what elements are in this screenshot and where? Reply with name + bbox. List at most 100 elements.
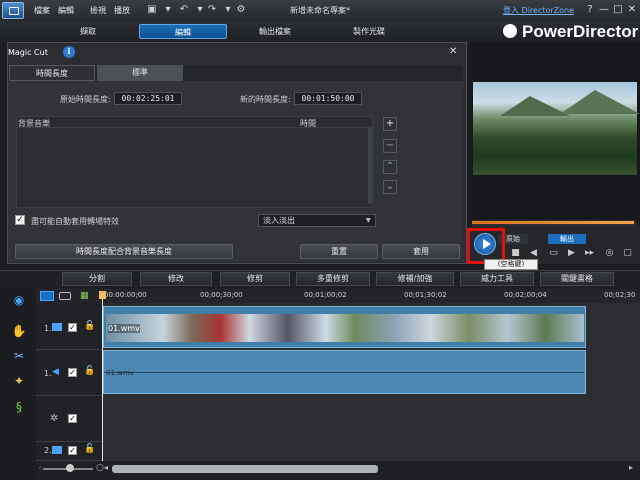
remove-button[interactable]: − [383,139,397,153]
zoom-out-icon[interactable]: ◦ [38,464,43,473]
power-tools-button[interactable]: 威力工具 [460,272,534,286]
clip-name: 01.wmv [108,324,140,333]
column-time: 時間 [300,119,316,128]
app-logo-icon [2,2,24,19]
motion-icon[interactable]: § [10,398,28,416]
track-enable-checkbox[interactable]: ✓ [68,446,77,455]
menu-edit[interactable]: 編輯 [58,5,74,16]
fix-enhance-button[interactable]: 修補/加強 [376,272,454,286]
scissors-icon[interactable]: ✂ [10,347,28,365]
move-up-button[interactable]: ⌃ [383,160,397,174]
clip-thumbnails [106,314,584,342]
help-button[interactable]: ? [584,4,596,16]
dialog-close-button[interactable]: ✕ [449,46,457,57]
track-number: 1. [44,324,52,333]
previous-frame-icon[interactable]: ◀ [528,248,539,259]
dropdown-icon[interactable]: ▾ [162,4,174,16]
snapshot-icon[interactable]: ▭ [548,248,559,259]
tab-create-disc[interactable]: 製作光碟 [330,24,408,39]
auto-transition-checkbox[interactable]: ✓ [15,215,25,225]
dialog-title: Magic Cut [8,48,48,57]
chevron-down-icon: ▼ [366,217,371,224]
camera-icon[interactable]: ◎ [604,248,615,259]
save-icon[interactable]: ▣ [146,4,158,16]
multi-trim-button[interactable]: 多重修剪 [296,272,370,286]
new-duration-label: 新的時間長度: [240,95,291,104]
playhead-handle[interactable] [99,291,106,299]
match-music-length-button[interactable]: 時間長度配合背景音樂長度 [15,244,233,259]
playhead[interactable] [102,291,103,461]
preview-mountain [560,90,640,114]
lock-icon[interactable]: 🔓 [84,366,95,376]
add-track-icon[interactable]: ▦ [80,291,89,301]
track-enable-checkbox[interactable]: ✓ [68,323,77,332]
ruler-label: 00;01;00;02 [304,291,347,299]
zoom-in-icon[interactable]: ○ [96,463,104,473]
magic-wand-icon[interactable]: ✦ [10,372,28,390]
reset-button[interactable]: 重置 [300,244,378,259]
dropdown-icon[interactable]: ▾ [222,4,234,16]
scroll-left-icon[interactable]: ◂ [104,463,108,472]
redo-icon[interactable]: ↷ [206,4,218,16]
tab-edit[interactable]: 編輯 [139,24,227,39]
fx-track-icon: ✲ [50,413,59,424]
hand-icon[interactable]: ✋ [10,322,28,340]
undo-icon[interactable]: ↶ [178,4,190,16]
scrollbar-thumb[interactable] [112,465,378,473]
audio-track-icon: ◀ [52,367,59,377]
original-duration-field: 00:02:25:01 [114,92,182,105]
keyframe-button[interactable]: 關鍵畫格 [540,272,614,286]
new-duration-field[interactable]: 00:01:50:00 [294,92,362,105]
trim-button[interactable]: 修剪 [220,272,290,286]
scrubber-progress [472,221,634,224]
ruler-label: 00;00;30;00 [200,291,243,299]
scroll-right-icon[interactable]: ▸ [629,463,633,472]
mode-output-button[interactable]: 輸出 [548,234,586,244]
menu-file[interactable]: 檔案 [34,5,50,16]
stop-icon[interactable]: ■ [510,248,521,259]
ruler-label: 00;02;00;04 [504,291,547,299]
music-list[interactable] [16,116,373,208]
track-enable-checkbox[interactable]: ✓ [68,414,77,423]
column-scene: 背景音樂 [18,119,50,128]
close-button[interactable]: ✕ [626,4,638,16]
video-track-icon [52,323,62,331]
zoom-slider-handle[interactable] [66,464,74,472]
menu-play[interactable]: 播放 [114,5,130,16]
tab-capture[interactable]: 擷取 [50,24,126,39]
info-icon[interactable]: i [63,46,75,58]
gear-icon[interactable]: ⚙ [235,4,247,16]
auto-transition-label: 盡可能自動套用轉場特效 [31,217,119,226]
lock-icon[interactable]: 🔓 [84,321,95,331]
next-frame-icon[interactable]: ▶ [566,248,577,259]
apply-button[interactable]: 套用 [382,244,460,259]
fullscreen-icon[interactable]: ▢ [622,248,633,259]
fast-forward-icon[interactable]: ▸▸ [584,248,595,259]
menu-view[interactable]: 檢視 [90,5,106,16]
original-duration-label: 原始時間長度: [60,95,111,104]
modify-button[interactable]: 修改 [140,272,212,286]
clip-name: 01.wmv [106,369,134,377]
transition-select[interactable]: 淡入淡出 [258,214,376,227]
lock-icon[interactable]: 🔓 [84,444,95,454]
video-track-icon [52,446,62,454]
tab-duration[interactable]: 時間長度 [9,65,95,81]
brand-name: PowerDirector [522,22,639,41]
storyboard-icon[interactable] [59,292,71,300]
track-enable-checkbox[interactable]: ✓ [68,368,77,377]
redo-dropdown-icon[interactable]: ▾ [194,4,206,16]
add-button[interactable]: + [383,117,397,131]
tab-produce[interactable]: 輸出檔案 [236,24,314,39]
magic-tools-icon[interactable]: ◉ [10,291,28,309]
tab-standard[interactable]: 標準 [97,65,183,81]
list-scrollbar[interactable] [368,128,372,204]
split-button[interactable]: 分割 [62,272,132,286]
audio-waveform [104,372,584,373]
list-header [16,116,373,128]
minimize-button[interactable]: — [598,4,610,16]
track-view-icon[interactable] [40,291,54,301]
ruler-label: 00;01;30;02 [404,291,447,299]
sign-in-link[interactable]: 登入 DirectorZone [503,5,574,16]
maximize-button[interactable]: □ [612,4,624,16]
move-down-button[interactable]: ⌄ [383,180,397,194]
